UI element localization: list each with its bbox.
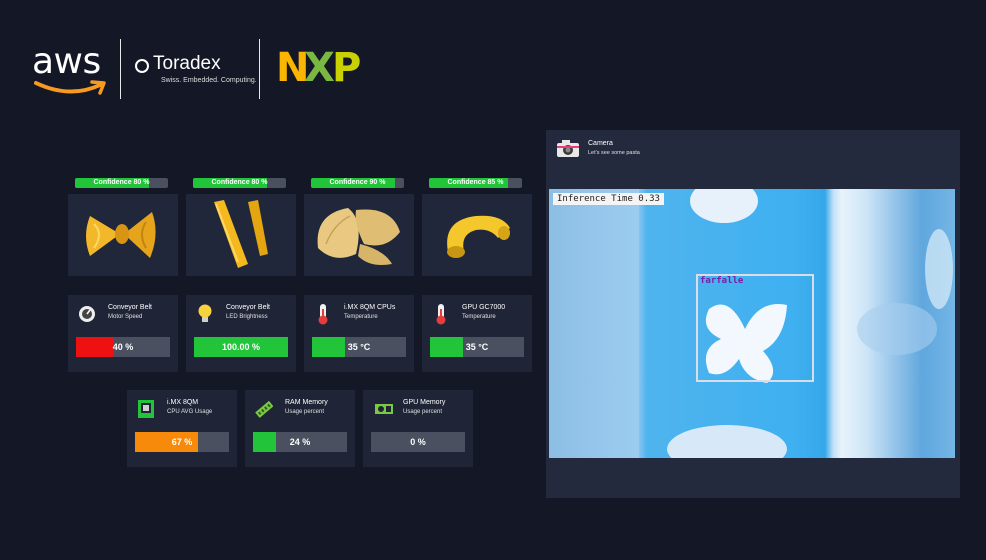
detection-label: farfalle [700, 276, 744, 286]
camera-panel: Camera Let's see some pasta Inference Ti… [546, 130, 960, 498]
metric-led-brightness: Conveyor Belt LED Brightness 100.00 % [186, 295, 296, 372]
detection-bounding-box [696, 274, 814, 382]
metric-bar: 35 °C [312, 337, 406, 357]
metric-subtitle: CPU AVG Usage [167, 409, 213, 415]
metric-value: 100.00 % [221, 342, 261, 352]
metric-bar: 67 % [135, 432, 229, 452]
metric-subtitle: Temperature [344, 314, 378, 320]
confidence-label: Confidence 90 % [329, 179, 386, 186]
metric-subtitle: Usage percent [403, 409, 443, 415]
nxp-logo: N X P [270, 39, 380, 99]
confidence-bar: Confidence 85 % [429, 178, 522, 188]
metric-gpu-temperature: GPU GC7000 Temperature 35 °C [422, 295, 532, 372]
metric-cpu-usage: i.MX 8QM CPU AVG Usage 67 % [127, 390, 237, 467]
thermometer-icon [318, 304, 328, 325]
metric-gpu-memory: GPU Memory Usage percent 0 % [363, 390, 473, 467]
metric-title: Conveyor Belt [108, 304, 152, 311]
metric-title: GPU GC7000 [462, 304, 506, 311]
thermometer-icon [436, 304, 446, 325]
gpu-card-icon [375, 404, 393, 414]
confidence-bar: Confidence 80 % [193, 178, 286, 188]
confidence-label: Confidence 80 % [93, 179, 150, 186]
metric-cpu-temperature: i.MX 8QM CPUs Temperature 35 °C [304, 295, 414, 372]
ram-icon [255, 400, 273, 418]
confidence-bar: Confidence 90 % [311, 178, 404, 188]
metric-title: i.MX 8QM CPUs [344, 304, 396, 311]
farfalle-image [68, 194, 178, 276]
metric-bar: 24 % [253, 432, 347, 452]
metric-subtitle: Temperature [462, 314, 496, 320]
metric-value: 24 % [289, 437, 311, 447]
light-bulb-icon [198, 304, 212, 322]
inference-time-label: Inference Time 0.33 [553, 193, 664, 205]
aws-smile-icon [34, 80, 106, 95]
logo-bar: aws Toradex Swiss. Embedded. Computing. … [30, 34, 380, 104]
motor-gauge-icon [79, 306, 95, 322]
conchiglie-image [304, 194, 414, 276]
confidence-label: Confidence 80 % [211, 179, 268, 186]
nxp-letter-p: P [332, 45, 362, 91]
logo-divider [120, 39, 121, 99]
camera-subtitle: Let's see some pasta [588, 150, 640, 156]
metric-subtitle: Motor Speed [108, 314, 143, 320]
metric-value: 0 % [410, 437, 426, 447]
metric-value: 35 °C [347, 342, 371, 352]
metric-subtitle: LED Brightness [226, 314, 268, 320]
metric-bar: 35 °C [430, 337, 524, 357]
camera-feed: Inference Time 0.33 farfalle [549, 189, 955, 458]
metric-value: 40 % [112, 342, 134, 352]
metric-title: GPU Memory [403, 399, 446, 406]
aws-logo: aws [30, 37, 110, 101]
penne-image [186, 194, 296, 276]
metric-bar: 100.00 % [194, 337, 288, 357]
metric-value: 35 °C [465, 342, 489, 352]
metric-subtitle: Usage percent [285, 409, 325, 415]
metric-title: Conveyor Belt [226, 304, 270, 311]
toradex-tagline: Swiss. Embedded. Computing. [161, 77, 257, 84]
metric-title: i.MX 8QM [167, 399, 199, 406]
elbow-macaroni-image [422, 194, 532, 276]
camera-icon [557, 140, 579, 157]
metric-ram-usage: RAM Memory Usage percent 24 % [245, 390, 355, 467]
metric-bar: 0 % [371, 432, 465, 452]
toradex-logo: Toradex Swiss. Embedded. Computing. [131, 39, 257, 99]
toradex-mark-icon [135, 59, 149, 73]
nxp-letter-x: X [304, 45, 335, 91]
confidence-label: Confidence 85 % [447, 179, 504, 186]
toradex-name: Toradex [153, 53, 221, 74]
aws-logo-text: aws [32, 41, 101, 82]
metric-motor-speed: Conveyor Belt Motor Speed 40 % [68, 295, 178, 372]
confidence-bar: Confidence 80 % [75, 178, 168, 188]
logo-divider [259, 39, 260, 99]
metric-bar: 40 % [76, 337, 170, 357]
cpu-chip-icon [138, 400, 154, 418]
camera-title: Camera [588, 140, 613, 147]
metric-title: RAM Memory [285, 399, 328, 406]
metric-value: 67 % [171, 437, 193, 447]
